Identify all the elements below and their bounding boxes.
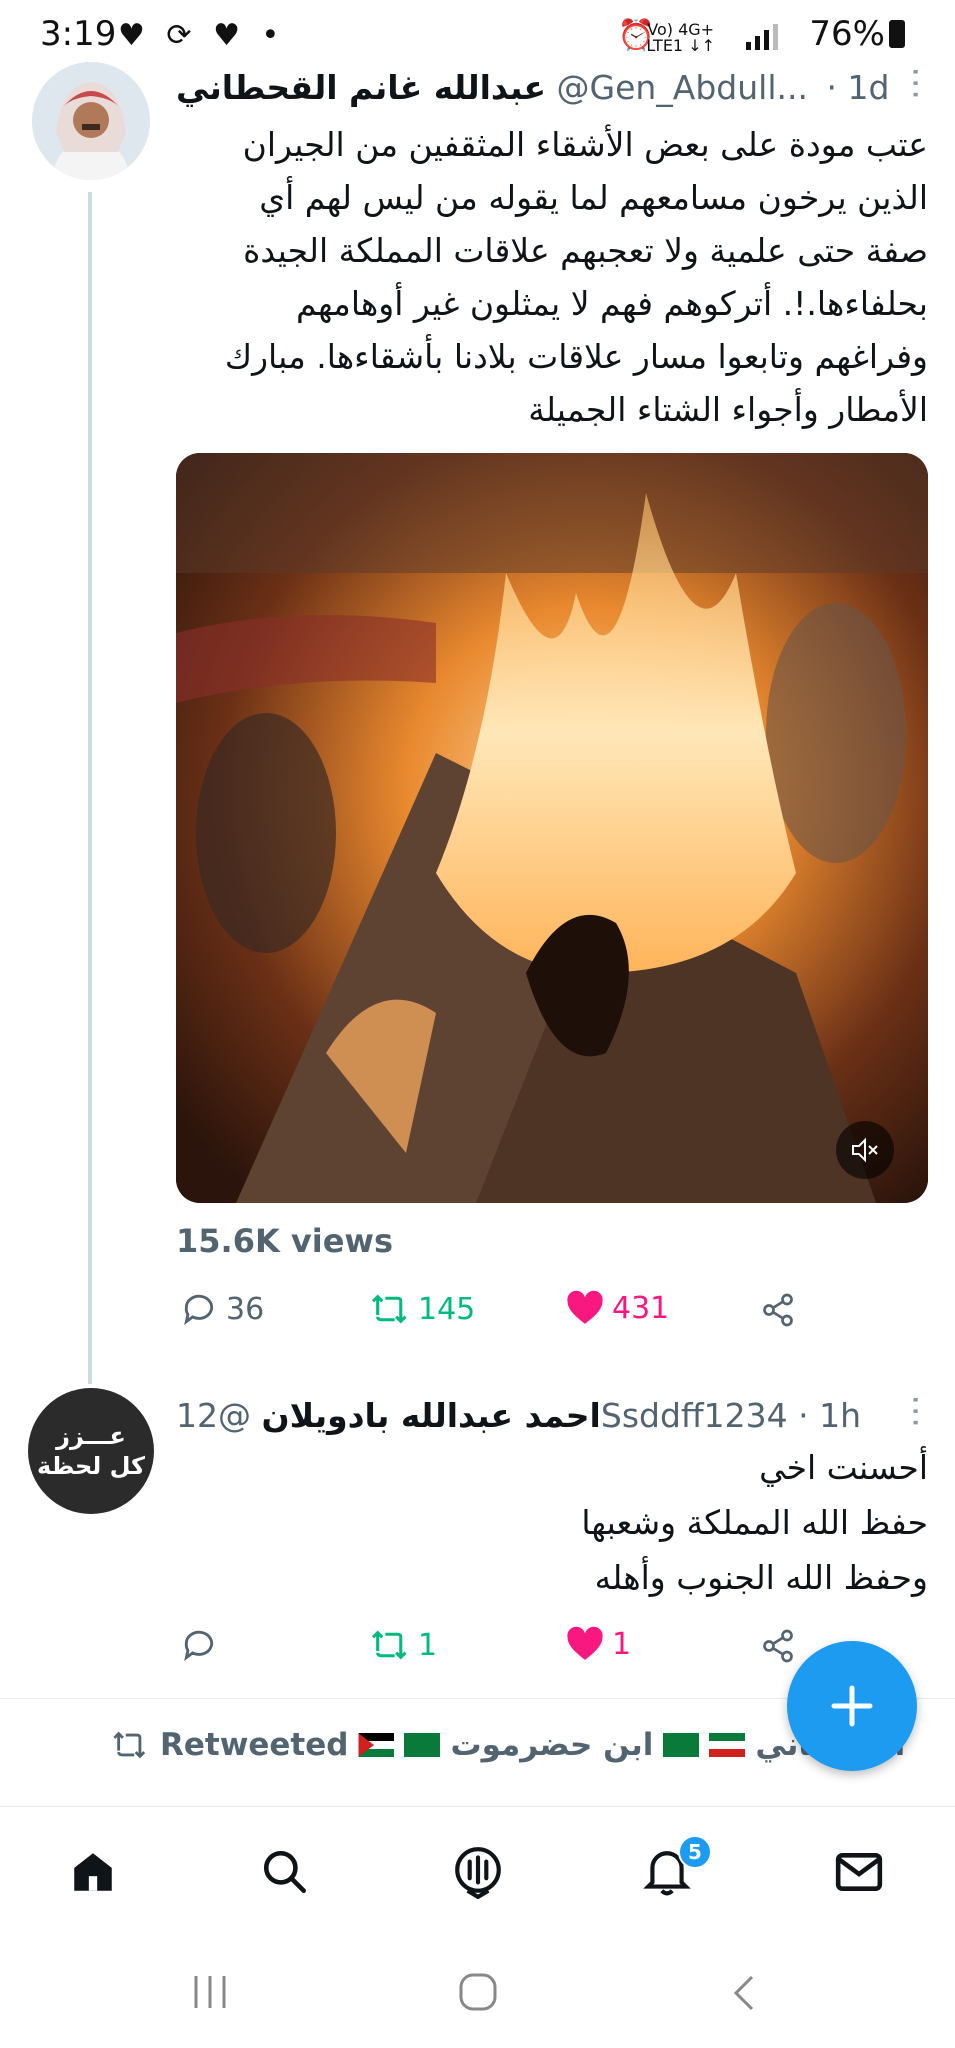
- battery-icon: [889, 20, 905, 48]
- kuwait-flag-icon: [709, 1733, 746, 1757]
- reply-share-button[interactable]: [760, 1628, 796, 1664]
- compose-button[interactable]: [787, 1641, 917, 1771]
- nav-spaces[interactable]: [452, 1845, 504, 1903]
- reply-header: احمد عبدالله بادويلان @12Ssddff1234 · 1h: [176, 1396, 916, 1435]
- spaces-icon: [455, 1847, 501, 1900]
- messages-icon: [835, 1853, 883, 1891]
- status-time: 3:19: [40, 14, 117, 54]
- compose-icon: [831, 1685, 873, 1727]
- tweet-time: · 1d: [826, 68, 890, 107]
- network-lte: LTE1 ↓↑: [646, 36, 715, 55]
- tweet-text: عتب مودة على بعض الأشقاء المثقفين من الج…: [224, 125, 928, 429]
- reply-button[interactable]: 36: [180, 1290, 264, 1328]
- share-button[interactable]: [760, 1292, 796, 1328]
- saudi-flag-icon: [663, 1733, 700, 1757]
- nav-search[interactable]: [260, 1847, 310, 1901]
- recent-apps-button[interactable]: [190, 1974, 230, 2014]
- notification-icons: ♥ ⟳ ♥ •: [118, 18, 286, 53]
- share-icon: [763, 1629, 793, 1663]
- retweeted-label: Retweeted: [160, 1727, 349, 1763]
- author-handle[interactable]: @Gen_Abdull...: [557, 68, 808, 107]
- bottom-nav: [0, 1806, 955, 1942]
- nav-home[interactable]: [68, 1847, 118, 1901]
- home-circle-icon: [459, 1973, 497, 2011]
- nav-messages[interactable]: [834, 1849, 884, 1899]
- more-options-icon[interactable]: ⋯: [896, 66, 936, 98]
- tweet-video[interactable]: [176, 453, 928, 1203]
- reply-like-count: 1: [612, 1626, 632, 1662]
- reply-icon: [184, 1294, 214, 1326]
- status-bar: 3:19 ♥ ⟳ ♥ • ⏰ Vo) 4G+ LTE1 ↓↑ 76%: [0, 0, 955, 76]
- reply-like-button[interactable]: 1: [566, 1626, 631, 1662]
- like-count: 431: [612, 1290, 670, 1326]
- reply-reply-button[interactable]: [180, 1626, 226, 1664]
- author-name[interactable]: عبدالله غانم القحطاني: [176, 68, 546, 107]
- battery-level: 76%: [809, 14, 885, 54]
- reply-time: · 1h: [798, 1396, 862, 1435]
- reply-author-name[interactable]: احمد عبدالله بادويلان: [262, 1396, 601, 1435]
- tweet-header: عبدالله غانم القحطاني @Gen_Abdull... · 1…: [176, 68, 916, 107]
- signal-icon: [746, 24, 778, 50]
- palestine-flag-icon: [358, 1733, 395, 1757]
- home-system-button[interactable]: [458, 1972, 498, 2016]
- author-avatar[interactable]: [32, 62, 150, 180]
- system-nav-bar: [0, 1942, 955, 2048]
- retweet-button[interactable]: 145: [370, 1290, 475, 1328]
- reply-count: 36: [226, 1291, 265, 1327]
- reply-icon: [184, 1630, 214, 1662]
- view-count: 15.6K views: [176, 1222, 394, 1260]
- battery-status: 76%: [809, 14, 905, 54]
- network-indicator: Vo) 4G+ LTE1 ↓↑: [646, 22, 715, 54]
- mute-icon: [852, 1137, 878, 1163]
- back-icon: [733, 1975, 754, 2011]
- retweet-icon: [371, 1630, 407, 1660]
- thread-line: [88, 192, 92, 1384]
- back-button[interactable]: [730, 1974, 758, 2016]
- avatar-text-bottom: كل لحظة: [37, 1452, 145, 1480]
- notification-badge: 5: [678, 1835, 712, 1869]
- search-icon: [263, 1850, 307, 1894]
- retweet-count: 145: [418, 1291, 476, 1327]
- reply-avatar[interactable]: عـــزز كل لحظة: [28, 1388, 154, 1514]
- heart-icon: [567, 1290, 603, 1324]
- reply-text: أحسنت اخي حفظ الله المملكة وشعبها وحفظ ا…: [581, 1448, 928, 1597]
- retweet-icon: [371, 1294, 407, 1324]
- home-icon: [74, 1853, 112, 1891]
- retweeter-name: ابن حضرموت: [450, 1727, 654, 1763]
- reply-retweet-count: 1: [418, 1627, 438, 1663]
- avatar-text-top: عـــزز: [56, 1422, 126, 1450]
- recent-apps-icon: [194, 1976, 226, 2008]
- reply-retweet-button[interactable]: 1: [370, 1626, 437, 1664]
- like-button[interactable]: 431: [566, 1290, 669, 1326]
- reply-more-options-icon[interactable]: ⋯: [896, 1394, 936, 1426]
- fire-video-frame: [176, 453, 928, 1203]
- mute-button[interactable]: [836, 1121, 894, 1179]
- heart-icon: [567, 1626, 603, 1660]
- share-icon: [763, 1293, 793, 1327]
- retweet-icon: [113, 1731, 146, 1759]
- saudi-flag-icon: [404, 1733, 441, 1757]
